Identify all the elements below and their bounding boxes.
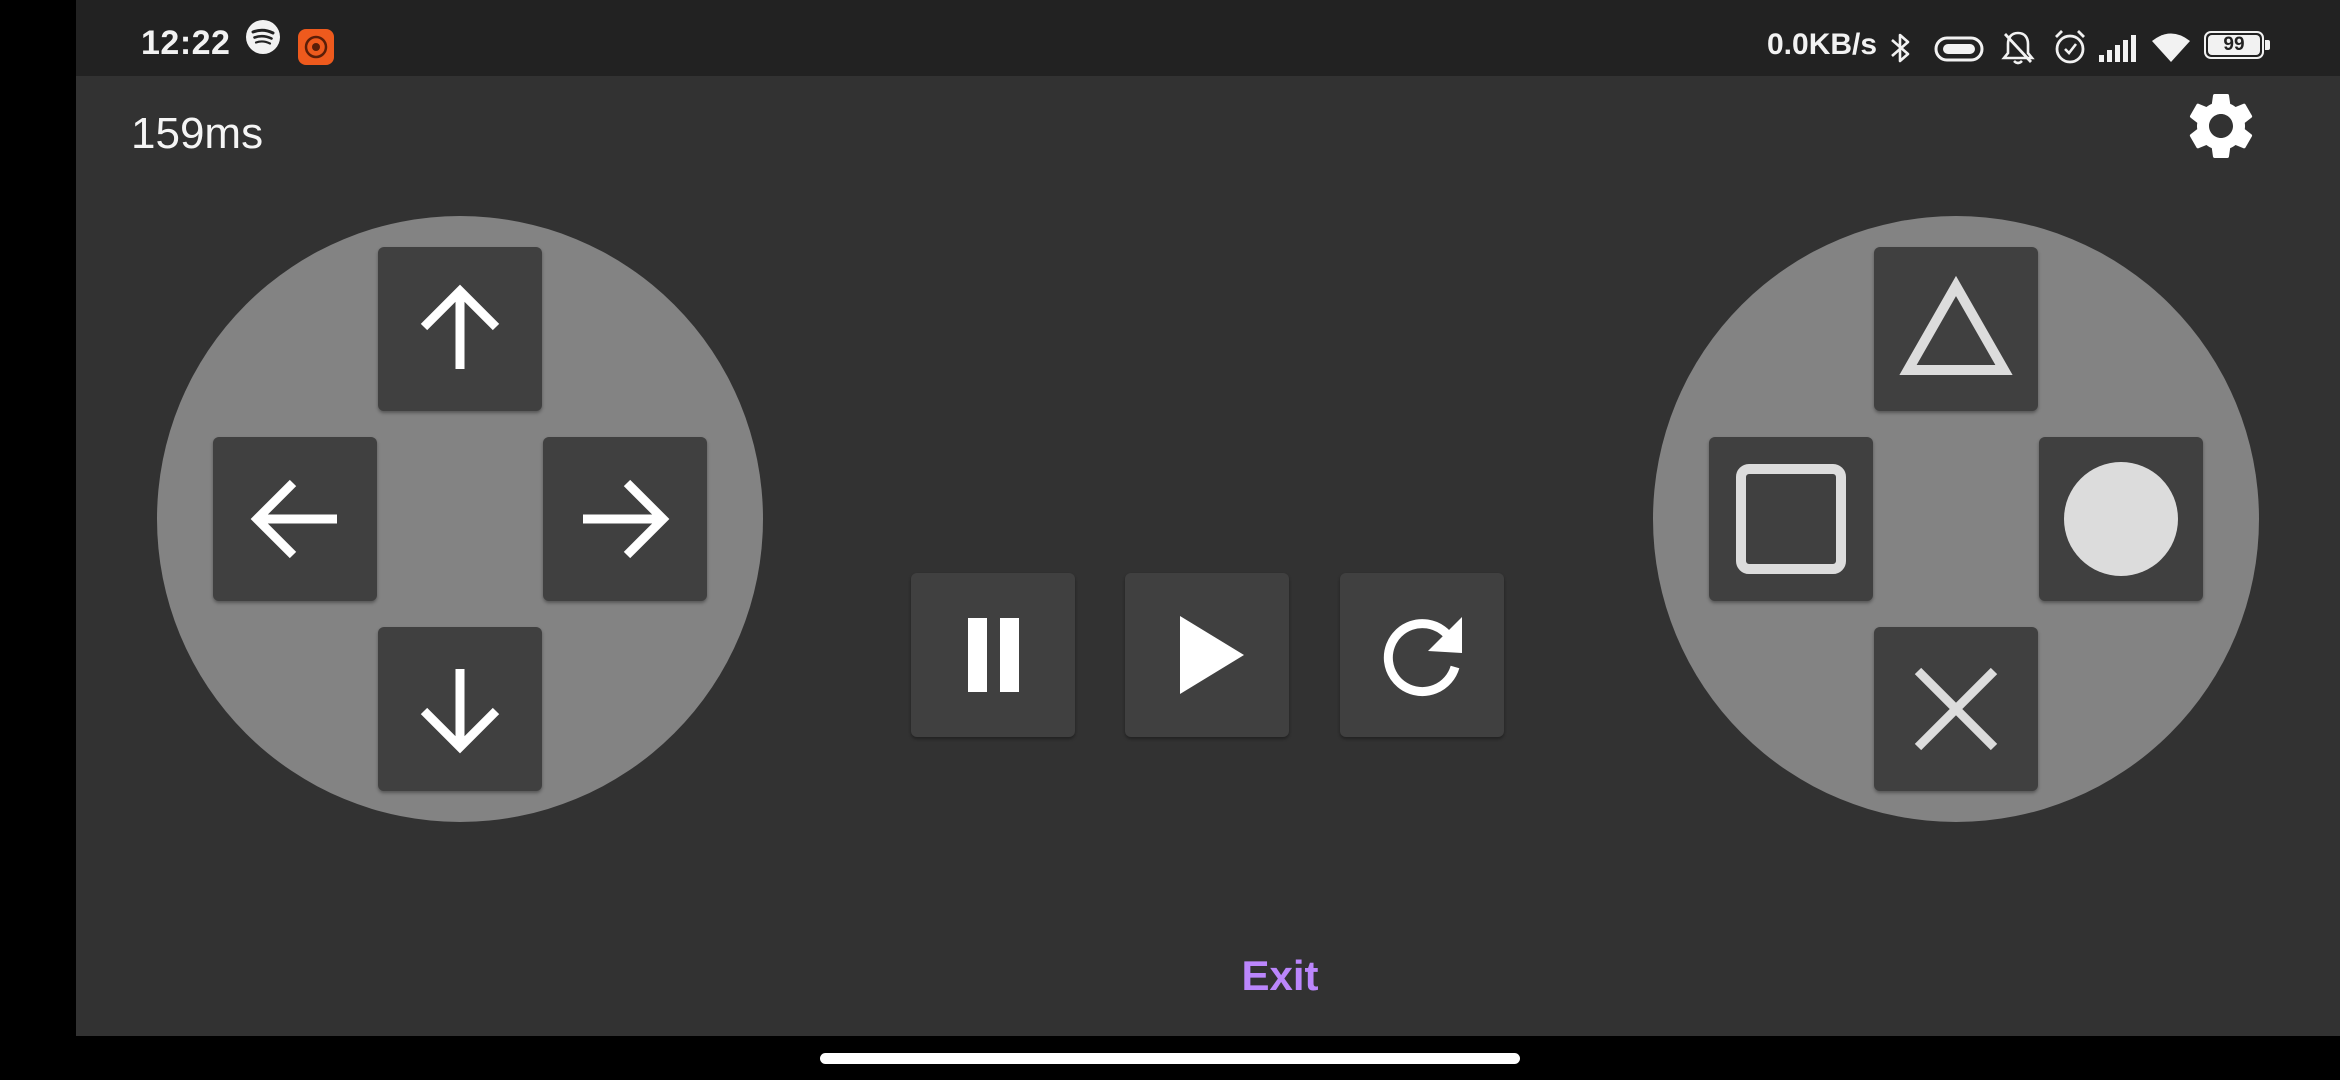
alarm-icon	[2055, 30, 2085, 64]
arrow-down-icon	[420, 669, 500, 754]
dpad-down-button[interactable]	[378, 627, 542, 791]
net-speed: 0.0KB/s	[1767, 28, 1878, 61]
pause-button[interactable]	[911, 573, 1075, 737]
restart-icon	[1383, 617, 1462, 697]
square-icon	[1736, 464, 1846, 574]
arrow-up-icon	[420, 284, 500, 369]
arrow-right-icon	[583, 479, 670, 559]
action-pad	[1653, 216, 2259, 822]
circle-button[interactable]	[2039, 437, 2203, 601]
mute-icon	[2001, 31, 2035, 65]
square-button[interactable]	[1709, 437, 1873, 601]
recorder-icon	[298, 29, 334, 65]
dpad	[157, 216, 763, 822]
status-bar: 12:22 0.0KB/s 99	[76, 0, 2340, 76]
vibrate-icon	[1934, 36, 1984, 62]
arrow-left-icon	[250, 479, 337, 559]
status-time: 12:22	[141, 24, 231, 62]
triangle-icon	[1899, 275, 2013, 375]
battery-icon: 99	[2204, 31, 2272, 63]
exit-button[interactable]: Exit	[1140, 944, 1420, 1008]
play-icon	[1180, 616, 1244, 694]
dpad-right-button[interactable]	[543, 437, 707, 601]
play-button[interactable]	[1125, 573, 1289, 737]
wifi-icon	[2152, 33, 2190, 62]
gear-icon	[2189, 93, 2253, 158]
circle-icon	[2064, 462, 2178, 576]
bluetooth-icon	[1891, 33, 1910, 63]
restart-button[interactable]	[1340, 573, 1504, 737]
spotify-icon	[246, 20, 280, 54]
screen: 12:22 0.0KB/s 99 159ms Exit	[0, 0, 2340, 1080]
cross-icon	[1914, 667, 1998, 751]
settings-button[interactable]	[2166, 76, 2276, 176]
cross-button[interactable]	[1874, 627, 2038, 791]
home-indicator[interactable]	[820, 1053, 1520, 1064]
signal-icon	[2099, 35, 2136, 62]
latency-indicator: 159ms	[131, 109, 264, 158]
triangle-button[interactable]	[1874, 247, 2038, 411]
dpad-left-button[interactable]	[213, 437, 377, 601]
pause-icon	[968, 618, 1019, 692]
controller-screen: 159ms Exit	[76, 76, 2340, 1036]
battery-level: 99	[2223, 34, 2245, 55]
dpad-up-button[interactable]	[378, 247, 542, 411]
